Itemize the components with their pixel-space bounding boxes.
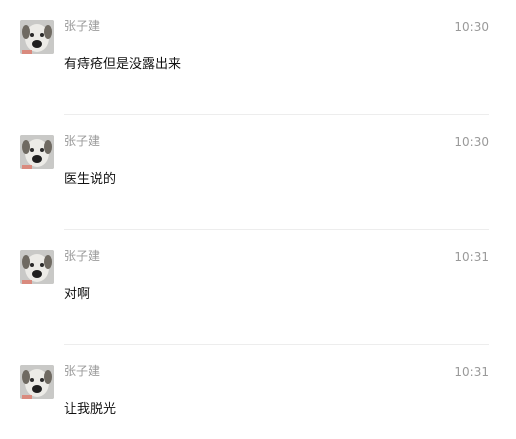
sender-name: 张子建 (64, 19, 101, 33)
message-text: 医生说的 (64, 172, 117, 187)
message-item[interactable]: 张子建 10:30 医生说的 (0, 115, 516, 230)
sender-name: 张子建 (64, 249, 101, 263)
dog-avatar-icon (20, 365, 54, 399)
avatar[interactable] (20, 365, 54, 399)
avatar[interactable] (20, 20, 54, 54)
message-item[interactable]: 张子建 10:31 让我脱光 (0, 345, 516, 439)
message-item[interactable]: 张子建 10:30 有痔疮但是没露出来 (0, 0, 516, 115)
message-time: 10:31 (454, 250, 489, 264)
message-time: 10:30 (454, 20, 489, 34)
dog-avatar-icon (20, 250, 54, 284)
message-text: 让我脱光 (64, 402, 117, 417)
sender-name: 张子建 (64, 134, 101, 148)
avatar[interactable] (20, 250, 54, 284)
message-time: 10:30 (454, 135, 489, 149)
message-text: 对啊 (64, 287, 91, 302)
dog-avatar-icon (20, 20, 54, 54)
message-time: 10:31 (454, 365, 489, 379)
avatar[interactable] (20, 135, 54, 169)
message-text: 有痔疮但是没露出来 (64, 57, 182, 72)
sender-name: 张子建 (64, 364, 101, 378)
dog-avatar-icon (20, 135, 54, 169)
message-item[interactable]: 张子建 10:31 对啊 (0, 230, 516, 345)
